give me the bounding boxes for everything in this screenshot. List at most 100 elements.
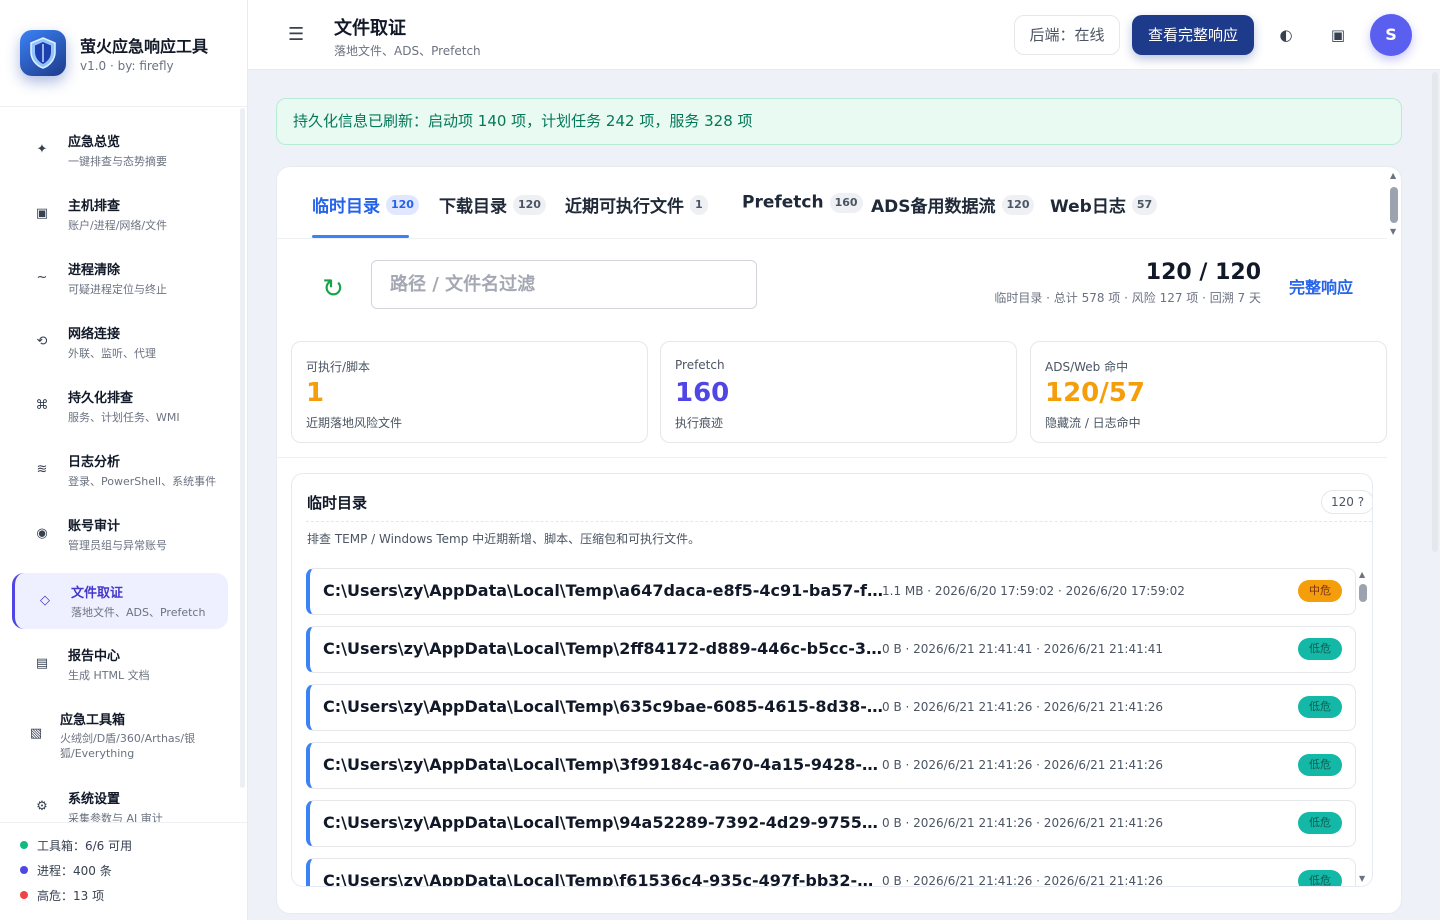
theme-toggle-icon[interactable]: ◐ bbox=[1274, 23, 1298, 47]
sidebar-item-5[interactable]: ≋ 日志分析登录、PowerShell、系统事件 bbox=[12, 442, 228, 498]
scroll-down-icon[interactable]: ▼ bbox=[1390, 227, 1396, 236]
tab-3[interactable]: Prefetch 160 bbox=[742, 192, 863, 222]
stat-label: ADS/Web 命中 bbox=[1045, 360, 1129, 374]
sidebar-nav: ✦ 应急总览 一键排查与态势摘要 ▣ 主机排查 账户/进程/网络/文件 ~ 进程清除 可疑进程定… bbox=[12, 122, 232, 822]
tab-count-badge: 120 bbox=[513, 194, 546, 215]
file-path: C:\Users\zy\AppData\Local\Temp\94a52289-… bbox=[323, 813, 883, 832]
scroll-up-icon[interactable]: ▲ bbox=[1390, 171, 1396, 180]
file-meta: 0 B · 2026/6/21 21:41:26 · 2026/6/21 21:… bbox=[882, 700, 1164, 714]
result-counter: 120 / 120 bbox=[1145, 260, 1261, 285]
risk-badge: 低危 bbox=[1298, 754, 1342, 776]
tab-4[interactable]: ADS备用数据流 120 bbox=[871, 192, 1035, 222]
path-filter-input[interactable] bbox=[371, 260, 757, 309]
sidebar-item-description: 管理员组与异常账号 bbox=[68, 539, 167, 552]
sidebar-item-label: 应急工具箱 bbox=[60, 713, 126, 728]
sidebar-item-description: 生成 HTML 文档 bbox=[68, 669, 150, 682]
divider bbox=[0, 106, 247, 107]
tab-label: 下载目录 bbox=[439, 197, 507, 217]
file-path: C:\Users\zy\AppData\Local\Temp\a647daca-… bbox=[323, 581, 883, 600]
table-row[interactable]: C:\Users\zy\AppData\Local\Temp\2ff84172-… bbox=[306, 626, 1356, 673]
scroll-up-icon[interactable]: ▲ bbox=[1359, 570, 1365, 579]
sidebar-item-1[interactable]: ▣ 主机排查 账户/进程/网络/文件 bbox=[12, 186, 228, 242]
sidebar-item-6[interactable]: ◉ 账号审计 管理员组与异常账号 bbox=[12, 506, 228, 562]
shield-logo-icon bbox=[20, 30, 66, 76]
sidebar-item-description: 登录、PowerShell、系统事件 bbox=[68, 475, 217, 488]
sidebar-item-description: 账户/进程/网络/文件 bbox=[68, 219, 168, 232]
file-path: C:\Users\zy\AppData\Local\Temp\635c9bae-… bbox=[323, 697, 883, 716]
table-row[interactable]: C:\Users\zy\AppData\Local\Temp\635c9bae-… bbox=[306, 684, 1356, 731]
table-row[interactable]: C:\Users\zy\AppData\Local\Temp\94a52289-… bbox=[306, 800, 1356, 847]
process-icon: ~ bbox=[36, 270, 48, 285]
sidebar-item-description: 服务、计划任务、WMI bbox=[68, 411, 180, 424]
status-row: 进程：400 条 bbox=[20, 862, 112, 880]
sparkle-icon: ✦ bbox=[36, 142, 48, 157]
file-meta: 0 B · 2026/6/21 21:41:41 · 2026/6/21 21:… bbox=[882, 642, 1164, 656]
stat-value: 120/57 bbox=[1045, 378, 1145, 408]
sidebar-item-9[interactable]: ▧ 应急工具箱 火绒剑/D盾/360/Arthas/银狐/Everything bbox=[12, 700, 228, 770]
scroll-thumb[interactable] bbox=[1390, 187, 1398, 223]
sidebar-item-8[interactable]: ▤ 报告中心 生成 HTML 文档 bbox=[12, 636, 228, 692]
tab-label: 近期可执行文件 bbox=[565, 197, 684, 217]
menu-toggle-icon[interactable]: ☰ bbox=[288, 24, 304, 45]
file-meta: 0 B · 2026/6/21 21:41:26 · 2026/6/21 21:… bbox=[882, 874, 1164, 887]
tab-count-badge: 160 bbox=[829, 192, 863, 213]
brand-title: 萤火应急响应工具 bbox=[80, 37, 209, 56]
log-icon: ≋ bbox=[36, 462, 48, 477]
main-scrollbar[interactable] bbox=[1432, 72, 1438, 552]
sidebar-item-label: 网络连接 bbox=[68, 327, 121, 342]
status-row: 高危：13 项 bbox=[20, 887, 104, 905]
refresh-icon[interactable]: ↻ bbox=[313, 269, 353, 309]
status-text: 工具箱：6/6 可用 bbox=[37, 839, 133, 853]
brand-subtitle: v1.0 · by: firefly bbox=[80, 59, 174, 73]
tab-2[interactable]: 近期可执行文件 1 bbox=[565, 192, 708, 222]
sidebar-item-10[interactable]: ⚙ 系统设置 采集参数与 AI 审计 bbox=[12, 779, 228, 822]
file-forensics-icon: ◇ bbox=[40, 593, 50, 608]
table-row[interactable]: C:\Users\zy\AppData\Local\Temp\f61536c4-… bbox=[306, 858, 1356, 887]
tab-0[interactable]: 临时目录 120 bbox=[312, 192, 419, 222]
sidebar-item-label: 日志分析 bbox=[68, 455, 121, 470]
sidebar-item-2[interactable]: ~ 进程清除 可疑进程定位与终止 bbox=[12, 250, 228, 306]
report-icon: ▤ bbox=[35, 656, 49, 671]
list-count-badge[interactable]: 120 ? bbox=[1321, 490, 1372, 514]
sidebar-item-label: 进程清除 bbox=[68, 263, 121, 278]
status-summary: 工具箱：6/6 可用 进程：400 条高危：13 项 bbox=[0, 822, 247, 920]
status-dot-icon bbox=[20, 866, 28, 874]
table-row[interactable]: C:\Users\zy\AppData\Local\Temp\3f99184c-… bbox=[306, 742, 1356, 789]
page-subtitle: 落地文件、ADS、Prefetch bbox=[334, 44, 481, 58]
risk-badge: 低危 bbox=[1298, 812, 1342, 834]
stat-label: 可执行/脚本 bbox=[306, 360, 371, 374]
stat-card: ADS/Web 命中 120/57 隐藏流 / 日志命中 bbox=[1030, 341, 1387, 443]
tab-scrollbar[interactable]: ▲ ▼ bbox=[1389, 171, 1399, 237]
full-response-link[interactable]: 完整响应 bbox=[1289, 274, 1353, 298]
tab-5[interactable]: Web日志 57 bbox=[1050, 192, 1158, 222]
stat-description: 近期落地风险文件 bbox=[306, 416, 403, 430]
table-row[interactable]: C:\Users\zy\AppData\Local\Temp\a647daca-… bbox=[306, 568, 1356, 615]
tab-1[interactable]: 下载目录 120 bbox=[439, 192, 546, 222]
sidebar-item-7[interactable]: ◇ 文件取证 落地文件、ADS、Prefetch bbox=[12, 573, 228, 629]
sidebar-item-label: 主机排查 bbox=[68, 199, 121, 214]
risk-badge: 低危 bbox=[1298, 870, 1342, 886]
sidebar-item-0[interactable]: ✦ 应急总览 一键排查与态势摘要 bbox=[12, 122, 228, 178]
sidebar-item-description: 落地文件、ADS、Prefetch bbox=[71, 606, 206, 619]
status-text: 进程：400 条 bbox=[37, 864, 112, 878]
scroll-thumb[interactable] bbox=[1359, 584, 1367, 602]
toolbox-icon: ▧ bbox=[29, 726, 43, 741]
scroll-down-icon[interactable]: ▼ bbox=[1359, 874, 1365, 883]
file-path: C:\Users\zy\AppData\Local\Temp\f61536c4-… bbox=[323, 871, 883, 887]
file-meta: 0 B · 2026/6/21 21:41:26 · 2026/6/21 21:… bbox=[882, 758, 1164, 772]
refresh-banner: 持久化信息已刷新：启动项 140 项，计划任务 242 项，服务 328 项 bbox=[276, 98, 1402, 145]
sidebar-item-4[interactable]: ⌘ 持久化排查 服务、计划任务、WMI bbox=[12, 378, 228, 434]
tab-bar: 临时目录 120 下载目录 120 近期可执行文件 1 Prefetch 160 ADS备用数据… bbox=[277, 167, 1387, 239]
status-row: 工具箱：6/6 可用 bbox=[20, 837, 132, 855]
sidebar-item-3[interactable]: ⟲ 网络连接 外联、监听、代理 bbox=[12, 314, 228, 370]
tab-label: 临时目录 bbox=[312, 197, 380, 217]
view-full-response-button[interactable]: 查看完整响应 bbox=[1132, 15, 1254, 55]
sidebar-scrollbar[interactable] bbox=[240, 108, 245, 788]
tab-count-badge: 120 bbox=[386, 194, 419, 215]
sidebar-item-label: 应急总览 bbox=[68, 135, 121, 150]
fullscreen-icon[interactable]: ▣ bbox=[1326, 23, 1350, 47]
list-scrollbar[interactable]: ▲ ▼ bbox=[1358, 570, 1368, 886]
active-tab-indicator bbox=[312, 235, 409, 238]
settings-icon: ⚙ bbox=[36, 799, 48, 814]
avatar[interactable]: S bbox=[1370, 14, 1412, 56]
